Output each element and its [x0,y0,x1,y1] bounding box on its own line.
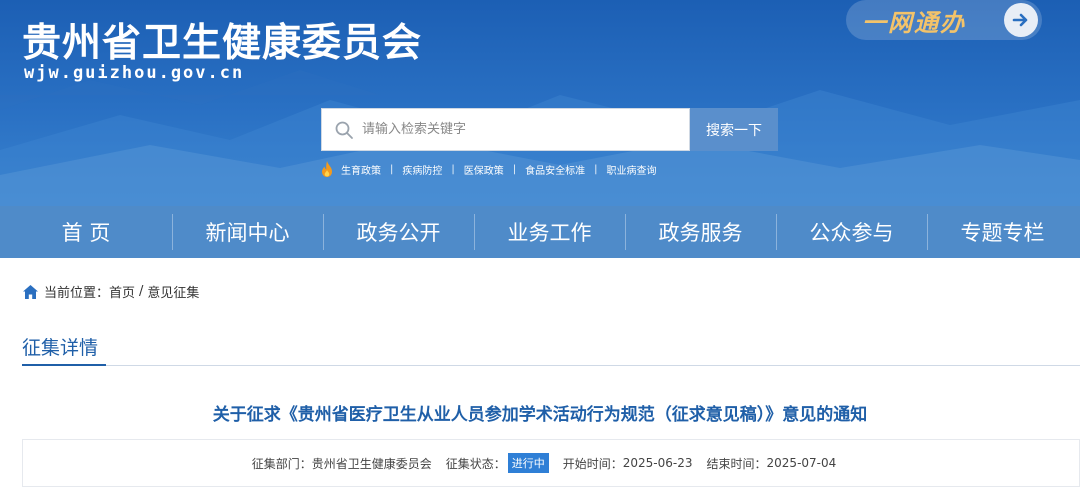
hotword-link[interactable]: 疾病防控 [402,162,442,177]
search-box [321,108,690,151]
start-time-value: 2025-06-23 [622,456,693,470]
section-divider [22,365,1080,366]
hotword-link[interactable]: 职业病查询 [607,162,657,177]
nav-item-business-work[interactable]: 业务工作 [474,206,625,258]
department-value: 贵州省卫生健康委员会 [311,456,432,471]
nav-item-public-participation[interactable]: 公众参与 [776,206,927,258]
search-button[interactable]: 搜索一下 [690,108,778,151]
site-title[interactable]: 贵州省卫生健康委员会 [22,12,422,68]
hotword-separator: | [390,163,394,175]
site-header: 贵州省卫生健康委员会 wjw.guizhou.gov.cn 一网通办 搜索一下 … [0,0,1080,206]
hotword-link[interactable]: 医保政策 [464,162,504,177]
one-stop-label: 一网通办 [862,7,966,37]
nav-item-government-services[interactable]: 政务服务 [625,206,776,258]
breadcrumb-prefix: 当前位置： [44,286,110,301]
main-nav: 首 页 新闻中心 政务公开 业务工作 政务服务 公众参与 专题专栏 [0,206,1080,258]
search-icon [335,121,353,139]
nav-item-home[interactable]: 首 页 [0,206,172,258]
hotword-separator: | [451,163,455,175]
breadcrumb: 当前位置： 首页 / 意见征集 [22,282,199,301]
hotword-separator: | [512,163,517,175]
section-divider-accent [22,364,106,366]
flame-icon [322,161,332,177]
site-domain: wjw.guizhou.gov.cn [24,63,245,83]
hotword-link[interactable]: 食品安全标准 [525,162,585,177]
hotword-link[interactable]: 生育政策 [341,162,381,177]
search-input[interactable] [362,114,682,145]
nav-item-news[interactable]: 新闻中心 [172,206,323,258]
breadcrumb-separator: / [139,284,144,299]
status-badge: 进行中 [507,453,549,473]
breadcrumb-current[interactable]: 意见征集 [147,282,199,301]
hotword-links: 生育政策 | 疾病防控 | 医保政策 | 食品安全标准 | 职业病查询 [319,160,657,178]
department-label: 征集部门： [251,456,312,471]
consultation-meta: 征集部门： 贵州省卫生健康委员会 征集状态： 进行中 开始时间： 2025-06… [22,439,1080,487]
section-title: 征集详情 [22,337,99,359]
arrow-right-icon [1004,3,1038,37]
one-stop-service-button[interactable]: 一网通办 [846,0,1042,40]
hotword-separator: | [594,163,598,175]
breadcrumb-home-link[interactable]: 首页 [109,282,135,301]
end-time-value: 2025-07-04 [766,456,837,470]
end-time-label: 结束时间： [706,456,767,471]
status-label: 征集状态： [445,456,506,471]
nav-item-government-affairs[interactable]: 政务公开 [323,206,474,258]
article-title: 关于征求《贵州省医疗卫生从业人员参加学术活动行为规范（征求意见稿）》意见的通知 [212,405,868,425]
start-time-label: 开始时间： [562,456,623,471]
home-icon [23,284,38,299]
nav-item-special-topics[interactable]: 专题专栏 [927,206,1078,258]
